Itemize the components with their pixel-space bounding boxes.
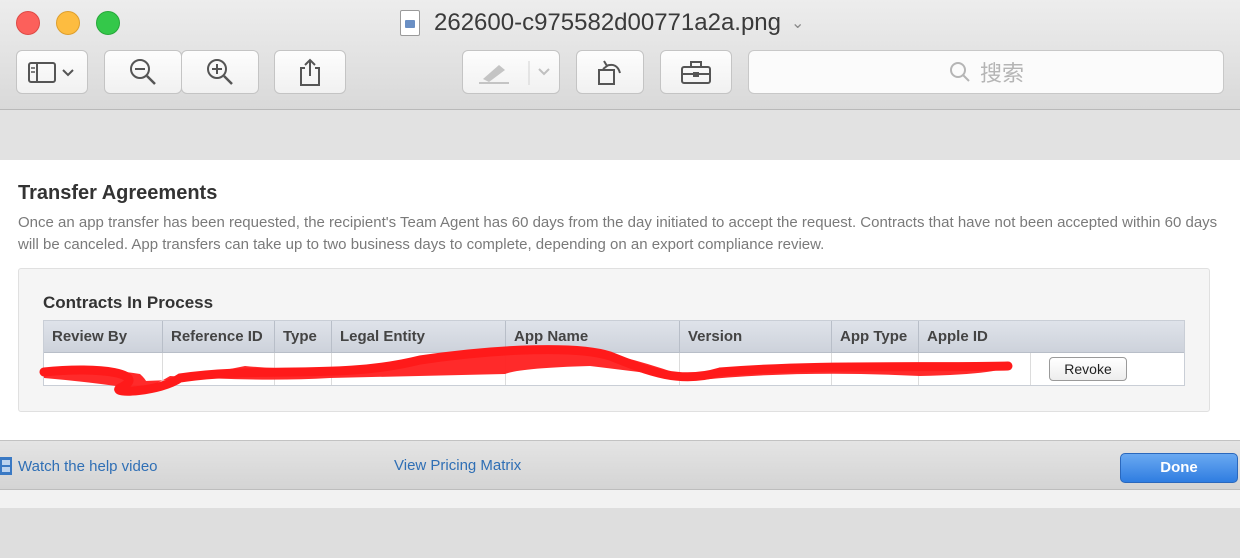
search-field[interactable]: 搜索: [748, 50, 1224, 94]
cell-type: [275, 353, 332, 385]
cell-app-name: [506, 353, 680, 385]
rotate-icon: [598, 60, 621, 85]
window-title-text: 262600-c975582d00771a2a.png: [434, 9, 782, 36]
sidebar-icon: [28, 62, 74, 83]
window-titlebar: 262600-c975582d00771a2a.png ⌄ 搜索: [0, 0, 1240, 110]
help-video-link[interactable]: Watch the help video: [0, 457, 158, 475]
share-icon: [300, 58, 320, 86]
zoom-in-button[interactable]: [181, 50, 259, 94]
bottom-background: [0, 508, 1240, 558]
close-window-button[interactable]: [16, 11, 40, 35]
column-header-type[interactable]: Type: [275, 321, 332, 353]
cell-version: [680, 353, 832, 385]
share-button[interactable]: [274, 50, 346, 94]
rotate-button[interactable]: [576, 50, 644, 94]
column-header-app-name[interactable]: App Name: [506, 321, 680, 353]
transfer-agreements-sheet: Transfer Agreements Once an app transfer…: [0, 160, 1240, 440]
done-button[interactable]: Done: [1120, 453, 1238, 483]
zoom-out-icon: [130, 59, 156, 85]
page-description: Once an app transfer has been requested,…: [18, 214, 1218, 253]
window-title[interactable]: 262600-c975582d00771a2a.png ⌄: [400, 8, 804, 38]
search-icon: [949, 62, 970, 82]
sidebar-toggle-button[interactable]: [16, 50, 88, 94]
pricing-matrix-link[interactable]: View Pricing Matrix: [394, 457, 521, 474]
cell-legal-entity: [332, 353, 506, 385]
column-header-review-by[interactable]: Review By: [44, 321, 163, 353]
cell-reference-id: [163, 353, 275, 385]
sheet-footer: Watch the help video View Pricing Matrix…: [0, 440, 1240, 490]
table-header: Review By Reference ID Type Legal Entity…: [44, 321, 1184, 353]
panel-title: Contracts In Process: [43, 293, 214, 312]
page-title: Transfer Agreements: [18, 182, 218, 204]
document-icon: [400, 10, 420, 36]
markup-button[interactable]: [462, 50, 560, 94]
cell-apple-id: [919, 353, 1031, 385]
column-header-reference-id[interactable]: Reference ID: [163, 321, 275, 353]
table-row: Revoke: [44, 353, 1184, 385]
film-icon: [0, 457, 12, 475]
cell-review-by: [44, 353, 163, 385]
toolbox-button[interactable]: [660, 50, 732, 94]
revoke-button[interactable]: Revoke: [1049, 357, 1127, 381]
zoom-window-button[interactable]: [96, 11, 120, 35]
help-video-label: Watch the help video: [18, 457, 158, 475]
zoom-in-icon: [207, 59, 233, 85]
markup-icon: [479, 61, 550, 85]
column-header-version[interactable]: Version: [680, 321, 832, 353]
column-header-apple-id[interactable]: Apple ID: [919, 321, 1186, 353]
column-header-app-type[interactable]: App Type: [832, 321, 919, 353]
bottom-strip: [0, 490, 1240, 508]
contracts-panel: Contracts In Process Review By Reference…: [18, 268, 1210, 412]
toolbox-icon: [681, 61, 711, 84]
contracts-table: Review By Reference ID Type Legal Entity…: [43, 320, 1185, 386]
cell-app-type: [832, 353, 919, 385]
column-header-legal-entity[interactable]: Legal Entity: [332, 321, 506, 353]
minimize-window-button[interactable]: [56, 11, 80, 35]
search-placeholder: 搜索: [979, 61, 1024, 86]
chevron-down-icon: ⌄: [791, 15, 805, 32]
zoom-out-button[interactable]: [104, 50, 182, 94]
toolbar-divider-band: [0, 110, 1240, 160]
